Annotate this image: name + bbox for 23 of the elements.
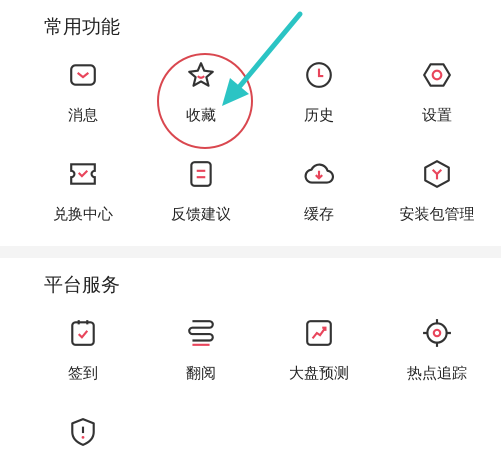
menu-item-label[interactable]: 安装包管理 xyxy=(400,205,474,224)
target-icon[interactable] xyxy=(422,318,452,348)
menu-item-label[interactable]: 缓存 xyxy=(304,205,334,224)
menu-item-label[interactable]: 历史 xyxy=(304,106,334,125)
section-title: 平台服务 xyxy=(44,273,121,298)
menu-item-label[interactable]: 消息 xyxy=(68,106,98,125)
menu-item-label[interactable]: 热点追踪 xyxy=(407,364,467,383)
menu-item-label[interactable]: 翻阅 xyxy=(186,364,216,383)
menu-item-label[interactable]: 大盘预测 xyxy=(289,364,349,383)
menu-item-label[interactable]: 兑换中心 xyxy=(53,205,113,224)
settings-icon[interactable] xyxy=(422,60,452,90)
menu-item-label[interactable]: 设置 xyxy=(422,106,452,125)
book-icon[interactable] xyxy=(186,318,216,348)
calendar-check-icon[interactable] xyxy=(68,318,98,348)
section-title: 常用功能 xyxy=(44,15,121,40)
star-icon[interactable] xyxy=(186,60,216,90)
shield-icon[interactable] xyxy=(68,417,98,447)
chart-icon[interactable] xyxy=(304,318,334,348)
clock-icon[interactable] xyxy=(304,60,334,90)
package-icon[interactable] xyxy=(422,159,452,189)
menu-item-label[interactable]: 反馈建议 xyxy=(171,205,231,224)
menu-item-label[interactable]: 签到 xyxy=(68,364,98,383)
menu-item-label[interactable]: 收藏 xyxy=(186,106,216,125)
